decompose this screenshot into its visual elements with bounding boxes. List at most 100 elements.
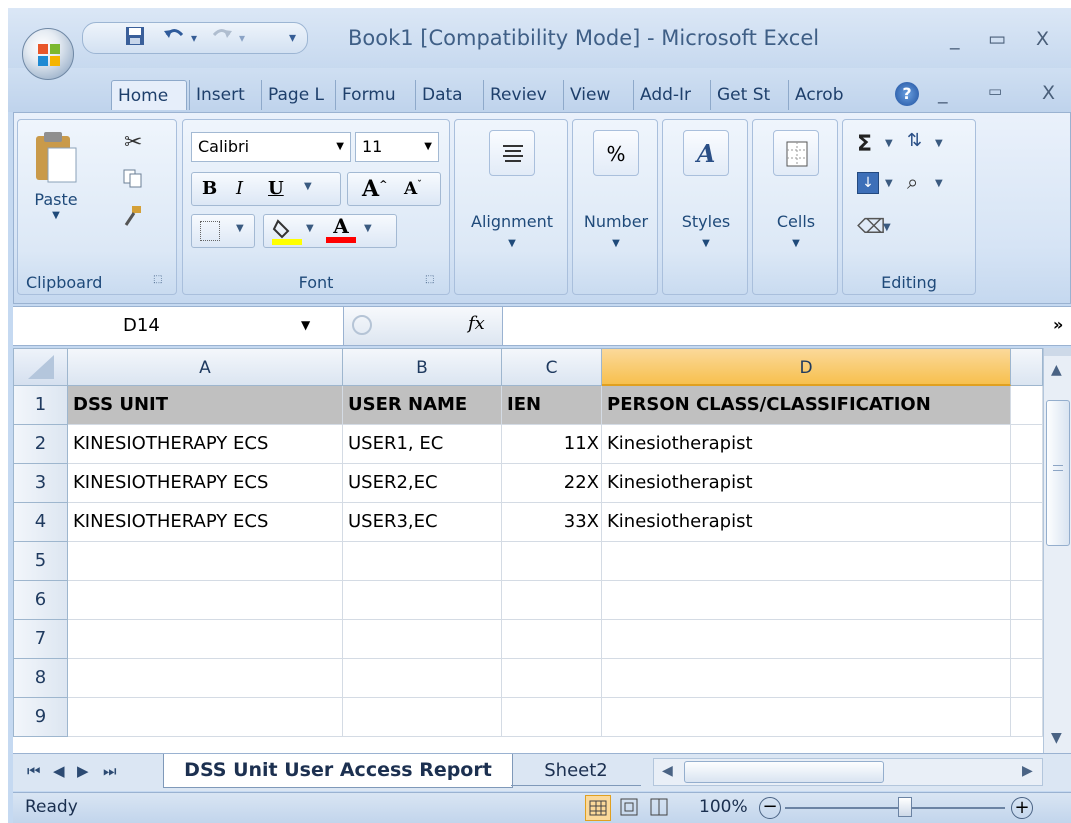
first-sheet-icon[interactable]: ⏮: [27, 762, 41, 780]
find-select-icon[interactable]: ⌕: [907, 170, 918, 194]
workbook-close-button[interactable]: X: [1042, 82, 1055, 104]
clipboard-dialog-launcher-icon[interactable]: ⬚: [153, 274, 162, 285]
cell-c6[interactable]: [502, 581, 602, 620]
split-box[interactable]: [1044, 348, 1071, 356]
cell-d4[interactable]: Kinesiotherapist: [602, 503, 1011, 542]
cell-a3[interactable]: KINESIOTHERAPY ECS: [68, 464, 343, 503]
copy-icon[interactable]: [122, 168, 144, 188]
font-color-dropdown-icon[interactable]: ▼: [364, 223, 372, 234]
expand-formula-bar-icon[interactable]: »: [1053, 315, 1063, 334]
tab-formulas[interactable]: Formu: [335, 80, 415, 110]
cell-d7[interactable]: [602, 620, 1011, 659]
chevron-down-icon[interactable]: ▼: [935, 138, 943, 149]
tab-review[interactable]: Reviev: [483, 80, 563, 110]
cell-c1[interactable]: IEN: [502, 386, 602, 425]
chevron-down-icon[interactable]: ▼: [885, 138, 893, 149]
cell-c4[interactable]: 33X: [502, 503, 602, 542]
redo-dropdown-icon[interactable]: ▾: [239, 26, 245, 50]
paste-button[interactable]: Paste ▼: [32, 130, 80, 221]
cell-b2[interactable]: USER1, EC: [343, 425, 502, 464]
column-header-b[interactable]: B: [343, 348, 502, 386]
cell-e7[interactable]: [1011, 620, 1043, 659]
workbook-restore-button[interactable]: ▭: [988, 82, 1002, 100]
cell-b1[interactable]: USER NAME: [343, 386, 502, 425]
cell-c7[interactable]: [502, 620, 602, 659]
row-header[interactable]: 6: [13, 581, 68, 620]
cell-e8[interactable]: [1011, 659, 1043, 698]
close-button[interactable]: X: [1036, 28, 1049, 50]
zoom-level[interactable]: 100%: [699, 797, 748, 817]
select-all-button[interactable]: [13, 348, 68, 386]
scroll-right-icon[interactable]: ▶: [1022, 763, 1033, 779]
row-header[interactable]: 7: [13, 620, 68, 659]
bold-icon[interactable]: B: [202, 178, 217, 199]
undo-dropdown-icon[interactable]: ▾: [191, 26, 197, 50]
sheet-tab-dss-unit-user-access-report[interactable]: DSS Unit User Access Report: [163, 754, 513, 788]
cell-d6[interactable]: [602, 581, 1011, 620]
zoom-slider[interactable]: [785, 807, 1005, 809]
chevron-down-icon[interactable]: ▼: [883, 222, 891, 233]
cell-e6[interactable]: [1011, 581, 1043, 620]
font-dialog-launcher-icon[interactable]: ⬚: [425, 274, 434, 285]
customize-qat-icon[interactable]: ▾: [289, 26, 296, 50]
borders-button[interactable]: ▼: [191, 214, 255, 248]
help-icon[interactable]: ?: [895, 82, 919, 106]
cell-a5[interactable]: [68, 542, 343, 581]
tab-insert[interactable]: Insert: [189, 80, 261, 110]
zoom-out-icon[interactable]: −: [759, 797, 781, 819]
save-icon[interactable]: [125, 26, 145, 50]
vertical-scroll-thumb[interactable]: [1046, 400, 1070, 546]
row-header[interactable]: 8: [13, 659, 68, 698]
cell-e2[interactable]: [1011, 425, 1043, 464]
cell-c5[interactable]: [502, 542, 602, 581]
autosum-icon[interactable]: Σ: [857, 132, 872, 157]
cell-b8[interactable]: [343, 659, 502, 698]
fill-color-icon[interactable]: [272, 217, 302, 245]
fill-icon[interactable]: ↓: [857, 172, 879, 194]
row-header[interactable]: 3: [13, 464, 68, 503]
cell-b7[interactable]: [343, 620, 502, 659]
undo-icon[interactable]: [163, 26, 185, 50]
zoom-slider-thumb[interactable]: [898, 797, 912, 817]
name-box-dropdown-icon[interactable]: ▼: [301, 318, 310, 332]
last-sheet-icon[interactable]: ⏭: [103, 762, 117, 780]
previous-sheet-icon[interactable]: ◀: [53, 762, 65, 780]
cell-d2[interactable]: Kinesiotherapist: [602, 425, 1011, 464]
tab-add-ins[interactable]: Add-Ir: [633, 80, 710, 110]
next-sheet-icon[interactable]: ▶: [77, 762, 89, 780]
maximize-button[interactable]: ▭: [988, 28, 1006, 50]
cells-group[interactable]: Cells ▼: [752, 119, 838, 295]
tab-home[interactable]: Home: [111, 80, 187, 110]
row-header[interactable]: 1: [13, 386, 68, 425]
cell-e1[interactable]: [1011, 386, 1043, 425]
page-layout-view-icon[interactable]: [617, 795, 643, 821]
cell-b6[interactable]: [343, 581, 502, 620]
underline-icon[interactable]: U: [268, 178, 284, 199]
increase-font-size-icon[interactable]: A^: [362, 176, 387, 202]
cut-icon[interactable]: ✂: [124, 130, 142, 155]
font-color-icon[interactable]: A: [326, 215, 356, 245]
vertical-scrollbar[interactable]: ▲ ▼: [1043, 348, 1071, 753]
minimize-button[interactable]: _: [950, 28, 960, 50]
tab-acrobat[interactable]: Acrob: [788, 80, 866, 110]
format-painter-icon[interactable]: [122, 204, 144, 228]
column-header-e[interactable]: [1011, 348, 1043, 386]
font-name-select[interactable]: Calibri ▼: [191, 132, 351, 162]
column-header-d[interactable]: D: [602, 348, 1011, 386]
scroll-down-icon[interactable]: ▼: [1051, 730, 1062, 746]
cell-a1[interactable]: DSS UNIT: [68, 386, 343, 425]
cell-b9[interactable]: [343, 698, 502, 737]
cell-a7[interactable]: [68, 620, 343, 659]
cell-d9[interactable]: [602, 698, 1011, 737]
cell-a8[interactable]: [68, 659, 343, 698]
cell-d5[interactable]: [602, 542, 1011, 581]
underline-dropdown-icon[interactable]: ▼: [304, 181, 312, 192]
cell-c2[interactable]: 11X: [502, 425, 602, 464]
row-header[interactable]: 9: [13, 698, 68, 737]
decrease-font-size-icon[interactable]: Aˇ: [404, 179, 422, 199]
cell-a6[interactable]: [68, 581, 343, 620]
cell-e9[interactable]: [1011, 698, 1043, 737]
styles-group[interactable]: A Styles ▼: [662, 119, 748, 295]
insert-function-icon[interactable]: fx: [468, 313, 485, 334]
chevron-down-icon[interactable]: ▼: [885, 178, 893, 189]
